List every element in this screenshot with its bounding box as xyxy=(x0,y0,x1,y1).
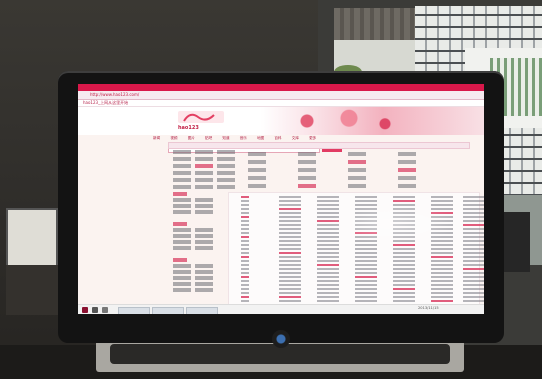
tab-bar: hao123_上网从这里开始 xyxy=(78,100,484,107)
taskbar-app-icon[interactable] xyxy=(102,307,108,313)
speaker-left xyxy=(6,208,58,268)
nav-item[interactable]: 更多 xyxy=(309,136,316,140)
browser-titlebar xyxy=(78,84,484,91)
taskbar-window[interactable] xyxy=(186,307,218,314)
taskbar-app-icon[interactable] xyxy=(92,307,98,313)
left-sidebar xyxy=(173,192,223,302)
taskbar-window[interactable] xyxy=(118,307,150,314)
nav-item[interactable]: 贴吧 xyxy=(205,136,212,140)
list-item[interactable] xyxy=(231,288,484,291)
list-item[interactable] xyxy=(231,300,484,303)
power-button-icon[interactable] xyxy=(272,330,290,348)
nav-item[interactable]: 文库 xyxy=(292,136,299,140)
nav-item[interactable]: 新闻 xyxy=(153,136,160,140)
nav-item[interactable]: 知道 xyxy=(222,136,229,140)
list-item[interactable] xyxy=(231,252,484,255)
cabinet-left xyxy=(6,265,64,315)
tab-title[interactable]: hao123_上网从这里开始 xyxy=(83,100,128,106)
monitor-screen: http://www.hao123.com/ hao123_上网从这里开始 ha… xyxy=(78,84,484,314)
address-bar[interactable]: http://www.hao123.com/ xyxy=(78,91,484,100)
site-logo[interactable] xyxy=(178,109,224,125)
list-item[interactable] xyxy=(231,256,484,259)
floral-decoration xyxy=(283,107,403,135)
list-item[interactable] xyxy=(231,272,484,275)
nav-row: 新闻 视频 图片 贴吧 知道 音乐 地图 百科 文库 更多 xyxy=(153,136,473,141)
list-item[interactable] xyxy=(231,280,484,283)
taskbar-window[interactable] xyxy=(152,307,184,314)
nav-item[interactable]: 音乐 xyxy=(240,136,247,140)
url-text: http://www.hao123.com/ xyxy=(90,92,140,97)
nav-item[interactable]: 百科 xyxy=(274,136,281,140)
list-item[interactable] xyxy=(231,268,484,271)
list-item[interactable] xyxy=(231,244,484,247)
screen-glare xyxy=(328,204,458,244)
famous-sites-table xyxy=(228,152,478,192)
list-item[interactable] xyxy=(231,248,484,251)
start-icon[interactable] xyxy=(82,307,88,313)
nav-item[interactable]: 地图 xyxy=(257,136,264,140)
site-banner: hao123 xyxy=(78,107,484,153)
list-item[interactable] xyxy=(231,292,484,295)
list-item[interactable] xyxy=(231,196,484,199)
list-item[interactable] xyxy=(231,264,484,267)
nav-item[interactable]: 图片 xyxy=(188,136,195,140)
logo-text: hao123 xyxy=(178,125,199,131)
list-item[interactable] xyxy=(231,200,484,203)
right-object xyxy=(500,212,530,272)
list-item[interactable] xyxy=(231,260,484,263)
nav-item[interactable]: 视频 xyxy=(170,136,177,140)
taskbar: 2013/11/15 xyxy=(78,304,484,314)
list-item[interactable] xyxy=(231,276,484,279)
list-item[interactable] xyxy=(231,296,484,299)
clock: 2013/11/15 xyxy=(418,306,439,310)
list-item[interactable] xyxy=(231,284,484,287)
hot-links-bar xyxy=(168,142,470,149)
